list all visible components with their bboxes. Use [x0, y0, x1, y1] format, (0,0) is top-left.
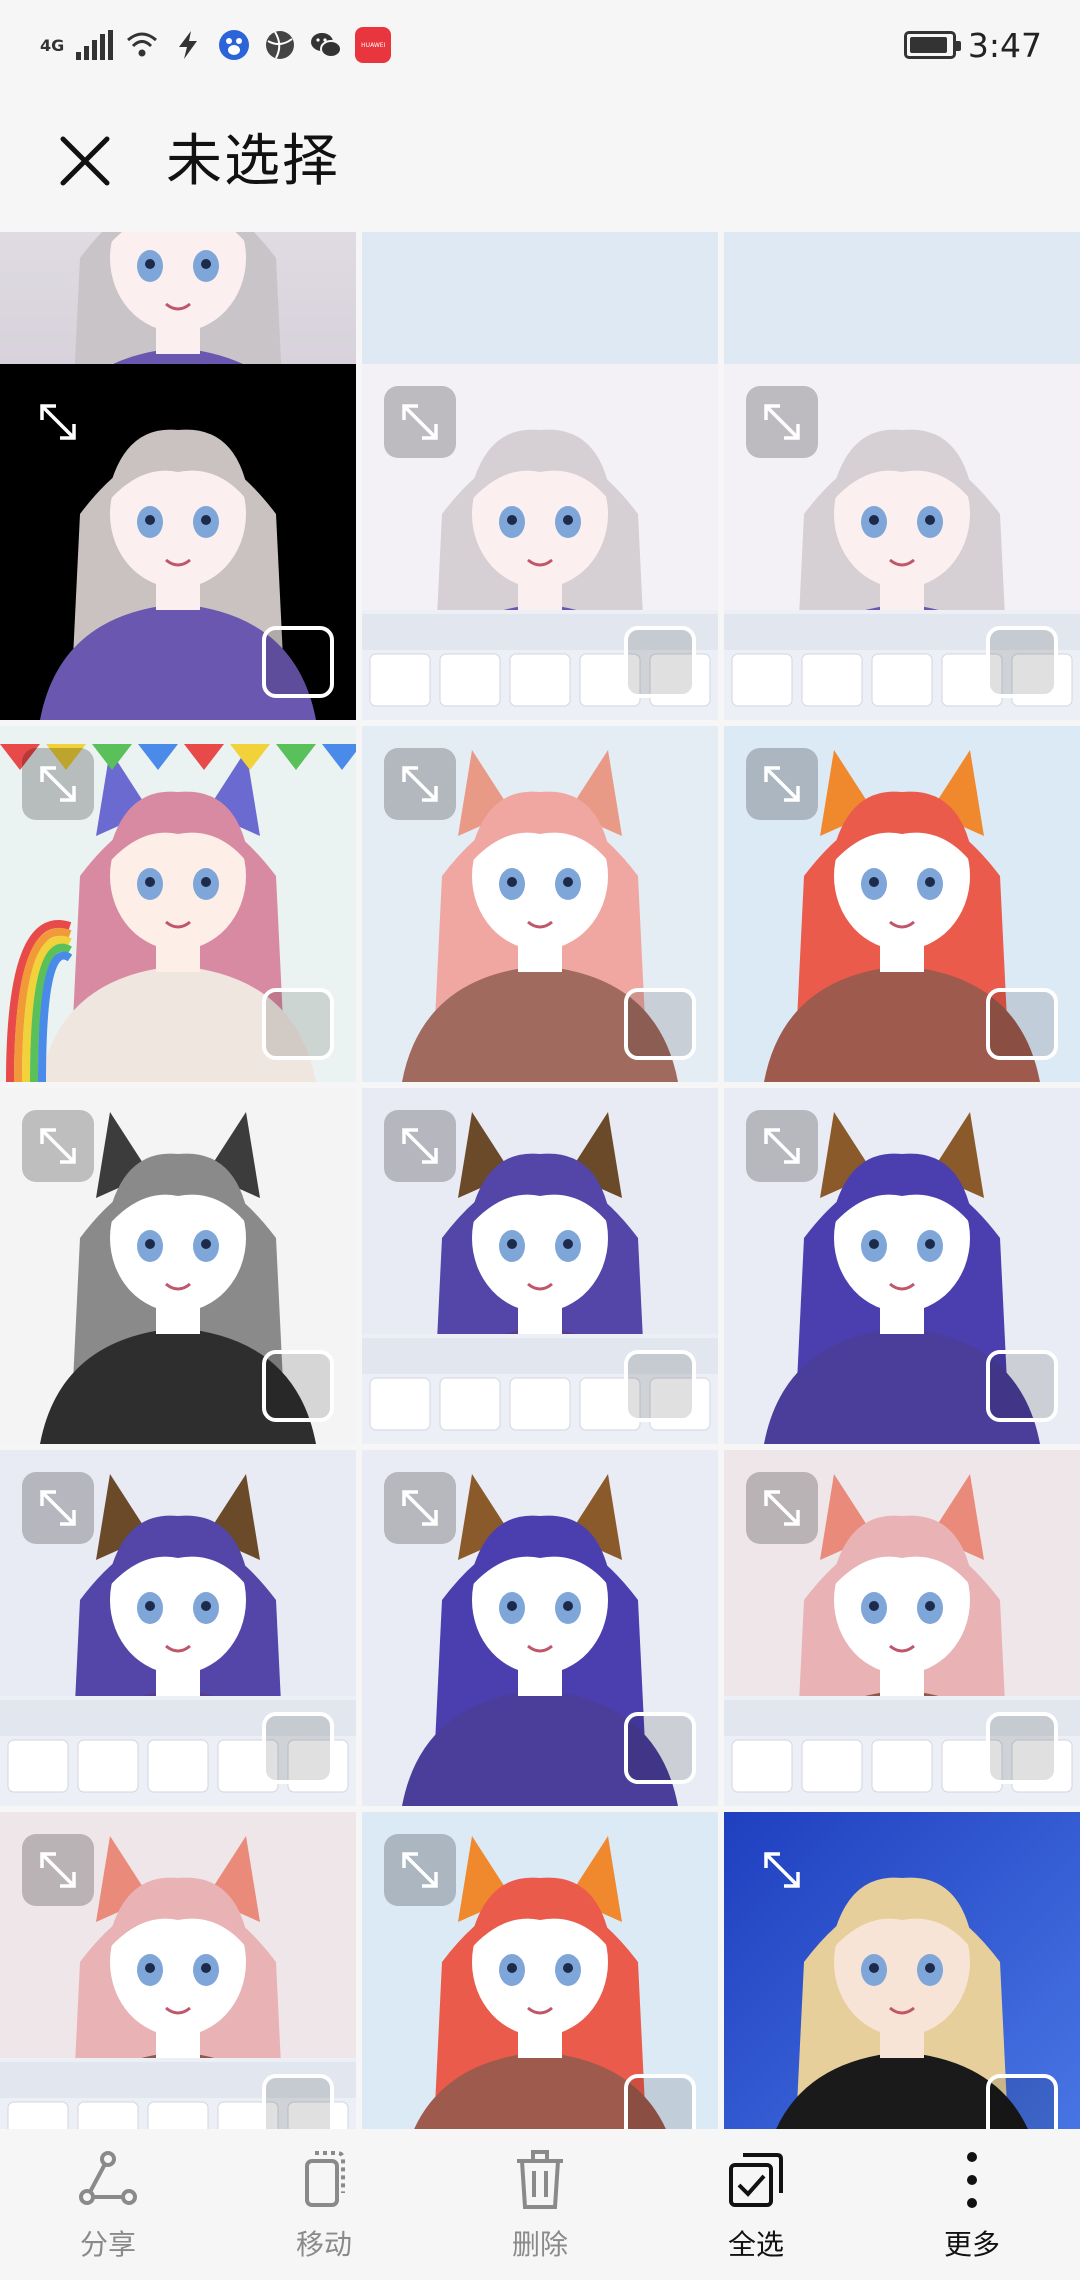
more-icon [967, 2152, 977, 2208]
expand-icon [402, 766, 438, 802]
select-checkbox[interactable] [624, 1350, 696, 1422]
select-all-button[interactable]: 全选 [648, 2129, 864, 2280]
wechat-icon [311, 33, 343, 58]
expand-icon [764, 404, 800, 440]
select-checkbox[interactable] [986, 1350, 1058, 1422]
select-checkbox[interactable] [624, 1712, 696, 1784]
expand-button[interactable] [22, 1834, 94, 1906]
expand-icon [764, 1490, 800, 1526]
title-bar: 未选择 [0, 90, 1080, 232]
clock: 3:47 [967, 25, 1042, 65]
more-button[interactable]: 更多 [864, 2129, 1080, 2280]
expand-button[interactable] [22, 1472, 94, 1544]
thumbnail-tile[interactable] [724, 1812, 1080, 2129]
huawei-app-label: HUAWEI [361, 41, 386, 49]
expand-icon [402, 1490, 438, 1526]
expand-icon [40, 1852, 76, 1888]
expand-button[interactable] [384, 1834, 456, 1906]
more-label: 更多 [943, 2228, 1000, 2261]
huawei-app-icon: HUAWEI [355, 27, 392, 63]
share-label: 分享 [79, 2228, 136, 2261]
share-button[interactable]: 分享 [0, 2129, 216, 2280]
select-all-icon [729, 2153, 783, 2207]
select-checkbox[interactable] [986, 988, 1058, 1060]
expand-button[interactable] [746, 1472, 818, 1544]
close-button[interactable] [50, 126, 120, 196]
thumbnail-tile[interactable] [0, 364, 356, 720]
thumbnail-tile[interactable] [0, 1088, 356, 1444]
expand-button[interactable] [384, 1110, 456, 1182]
trash-icon [517, 2150, 563, 2209]
expand-button[interactable] [22, 386, 94, 458]
expand-button[interactable] [384, 748, 456, 820]
select-checkbox[interactable] [262, 626, 334, 698]
expand-icon [40, 404, 76, 440]
thumbnail-tile[interactable] [362, 726, 718, 1082]
expand-button[interactable] [384, 386, 456, 458]
select-checkbox[interactable] [262, 988, 334, 1060]
thumbnail-tile[interactable] [724, 726, 1080, 1082]
thumbnail-tile[interactable] [362, 364, 718, 720]
close-icon [60, 136, 110, 186]
expand-icon [402, 1852, 438, 1888]
expand-icon [40, 1128, 76, 1164]
thumbnail-tile[interactable] [362, 1088, 718, 1444]
bottom-toolbar: 分享 移动 删除 全选 更多 [0, 2129, 1080, 2280]
status-icons-right: 3:47 [903, 20, 1042, 70]
move-button[interactable]: 移动 [216, 2129, 432, 2280]
select-all-label: 全选 [727, 2228, 784, 2261]
expand-icon [40, 1490, 76, 1526]
wifi-icon [127, 32, 158, 57]
move-label: 移动 [295, 2228, 352, 2261]
select-checkbox[interactable] [262, 1712, 334, 1784]
move-icon [305, 2151, 345, 2207]
delete-label: 删除 [511, 2228, 568, 2261]
expand-icon [40, 766, 76, 802]
select-checkbox[interactable] [262, 1350, 334, 1422]
thumbnail-tile[interactable] [362, 1450, 718, 1806]
expand-icon [402, 1128, 438, 1164]
thumbnail-tile[interactable] [724, 1088, 1080, 1444]
expand-icon [764, 766, 800, 802]
expand-button[interactable] [746, 1110, 818, 1182]
select-checkbox[interactable] [624, 988, 696, 1060]
thumbnail-tile[interactable] [0, 1812, 356, 2129]
expand-button[interactable] [22, 748, 94, 820]
select-checkbox[interactable] [624, 2074, 696, 2129]
thumbnail-tile[interactable] [0, 1450, 356, 1806]
network-type: 4G [40, 35, 65, 55]
status-icons-left: 4G HUAWEI [40, 22, 392, 68]
select-checkbox[interactable] [986, 626, 1058, 698]
expand-button[interactable] [746, 748, 818, 820]
thumbnail-tile[interactable] [724, 364, 1080, 720]
thumbnail-tile[interactable] [0, 726, 356, 1082]
signal-icon [76, 30, 114, 60]
share-icon [79, 2151, 137, 2205]
image-grid [0, 232, 1080, 2129]
delete-button[interactable]: 删除 [432, 2129, 648, 2280]
expand-button[interactable] [384, 1472, 456, 1544]
select-checkbox[interactable] [986, 2074, 1058, 2129]
expand-button[interactable] [746, 386, 818, 458]
thumbnail-tile[interactable] [724, 1450, 1080, 1806]
battery-icon [903, 31, 961, 59]
expand-icon [764, 1852, 800, 1888]
globe-app-icon [266, 31, 295, 59]
status-bar: 4G HUAWEI 3:47 [0, 0, 1080, 90]
expand-button[interactable] [22, 1110, 94, 1182]
thumbnail-tile[interactable] [362, 1812, 718, 2129]
expand-button[interactable] [746, 1834, 818, 1906]
select-checkbox[interactable] [262, 2074, 334, 2129]
expand-icon [764, 1128, 800, 1164]
select-checkbox[interactable] [986, 1712, 1058, 1784]
page-title: 未选择 [166, 129, 340, 194]
select-checkbox[interactable] [624, 626, 696, 698]
expand-icon [402, 404, 438, 440]
baidu-icon [219, 30, 250, 60]
charging-icon [179, 31, 198, 59]
